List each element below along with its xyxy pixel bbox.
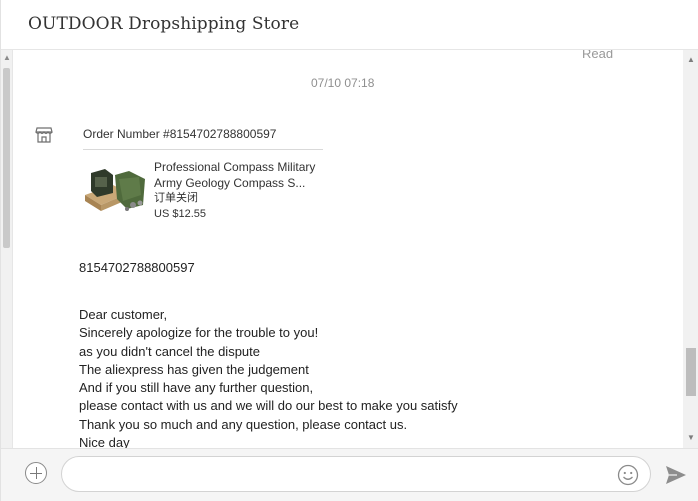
message-line: And if you still have any further questi… <box>79 380 314 396</box>
message-scrollbar-thumb[interactable] <box>686 348 696 396</box>
outer-scrollbar-thumb[interactable] <box>3 68 10 248</box>
chat-header: OUTDOOR Dropshipping Store <box>1 0 698 50</box>
order-number[interactable]: Order Number #8154702788800597 <box>83 120 323 150</box>
order-product[interactable]: Professional Compass Military Army Geolo… <box>83 159 323 221</box>
product-price: US $12.55 <box>154 208 206 220</box>
message-line: Dear customer, <box>79 307 168 322</box>
product-name[interactable]: Professional Compass Military Army Geolo… <box>154 159 322 191</box>
message-line: as you didn't cancel the dispute <box>79 343 260 359</box>
message-line: Nice day <box>79 435 130 448</box>
message-timestamp: 07/10 07:18 <box>311 76 375 90</box>
message-input-bar <box>1 448 698 501</box>
scroll-up-arrow-icon[interactable]: ▲ <box>687 56 695 64</box>
scroll-up-arrow-icon[interactable]: ▲ <box>3 54 11 62</box>
order-status: 订单关闭 <box>154 192 198 204</box>
read-status: Read <box>582 50 614 61</box>
message-line: please contact with us and we will do ou… <box>79 398 458 414</box>
message-line: Sincerely apologize for the trouble to y… <box>79 325 319 341</box>
chat-window: OUTDOOR Dropshipping Store ▲ Read 07/10 … <box>0 0 698 501</box>
message-text: Dear customer, Sincerely apologize for t… <box>79 306 458 448</box>
message-line: Thank you so much and any question, plea… <box>79 416 408 432</box>
message-order-id: 8154702788800597 <box>79 260 195 275</box>
add-attachment-button[interactable] <box>25 462 47 484</box>
store-name-title: OUTDOOR Dropshipping Store <box>28 14 300 34</box>
send-arrow-icon[interactable] <box>665 465 687 485</box>
order-card[interactable]: Order Number #8154702788800597 Professio… <box>83 120 323 221</box>
outer-scrollbar[interactable]: ▲ <box>1 50 13 448</box>
message-scrollbar[interactable]: ▲ ▼ <box>683 50 698 448</box>
message-line: The aliexpress has given the judgement <box>79 361 309 377</box>
message-list: Read 07/10 07:18 Order Number #815470278… <box>13 50 683 448</box>
message-input[interactable] <box>61 456 651 492</box>
scroll-down-arrow-icon[interactable]: ▼ <box>687 434 695 442</box>
smiley-icon[interactable] <box>617 464 639 486</box>
product-image[interactable] <box>83 165 147 213</box>
storefront-icon <box>35 127 53 143</box>
